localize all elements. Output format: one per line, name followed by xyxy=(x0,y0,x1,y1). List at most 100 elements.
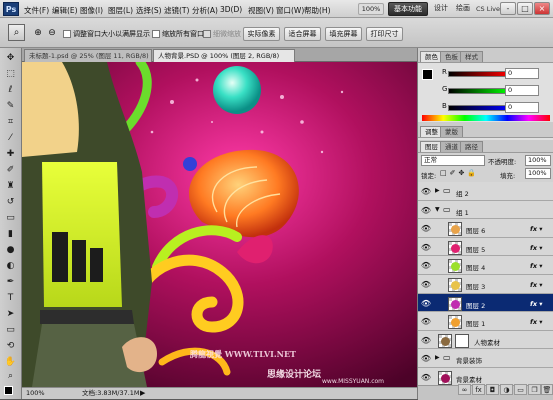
visibility-eye-icon[interactable]: 👁 xyxy=(420,186,432,198)
expand-triangle-icon[interactable]: ▶ xyxy=(435,187,440,194)
channel-r-label: R xyxy=(442,68,447,76)
foreground-color-swatch[interactable] xyxy=(4,386,13,395)
layer-thumbnail xyxy=(448,259,462,274)
dodge-tool-icon[interactable]: ◐ xyxy=(4,260,17,273)
fill-screen-button[interactable]: 填充屏幕 xyxy=(325,27,362,41)
channel-r-value[interactable]: 0 xyxy=(505,68,539,79)
layer-row[interactable]: 👁 图层 5 fx ▾ xyxy=(418,237,553,257)
move-tool-icon[interactable]: ✥ xyxy=(4,52,17,65)
layer-row[interactable]: 👁 图层 4 fx ▾ xyxy=(418,256,553,275)
visibility-eye-icon[interactable]: 👁 xyxy=(420,353,432,365)
opacity-input[interactable]: 100% xyxy=(525,155,551,166)
quick-select-tool-icon[interactable]: ✎ xyxy=(4,100,17,113)
zoom-all-windows-checkbox[interactable] xyxy=(152,30,160,38)
marquee-tool-icon[interactable]: ⬚ xyxy=(4,68,17,81)
lasso-tool-icon[interactable]: ℓ xyxy=(4,84,17,97)
visibility-eye-icon[interactable]: 👁 xyxy=(420,372,432,384)
visibility-eye-icon[interactable]: 👁 xyxy=(420,205,432,217)
layer-row[interactable]: 👁 人物素材 xyxy=(418,330,553,350)
channel-g-value[interactable]: 0 xyxy=(505,85,539,96)
channel-b-label: B xyxy=(442,102,447,110)
tab-paths[interactable]: 路径 xyxy=(460,141,483,152)
visibility-eye-icon[interactable]: 👁 xyxy=(420,260,432,272)
fill-input[interactable]: 100% xyxy=(525,168,551,179)
tab-styles[interactable]: 样式 xyxy=(460,51,483,62)
scrubby-zoom-checkbox[interactable] xyxy=(203,30,211,38)
visibility-eye-icon[interactable]: 👁 xyxy=(420,316,432,328)
layer-mask-thumbnail[interactable] xyxy=(455,333,469,348)
visibility-eye-icon[interactable]: 👁 xyxy=(420,223,432,235)
clone-stamp-tool-icon[interactable]: ♜ xyxy=(4,180,17,193)
visibility-eye-icon[interactable]: 👁 xyxy=(420,335,432,347)
layer-group-row[interactable]: 👁 ▶ ▭ 组 2 xyxy=(418,182,553,201)
crop-tool-icon[interactable]: ⌗ xyxy=(4,116,17,129)
hand-tool-icon[interactable]: ✋ xyxy=(4,356,17,369)
eraser-tool-icon[interactable]: ▭ xyxy=(4,212,17,225)
channel-g-slider[interactable] xyxy=(448,88,510,94)
type-tool-icon[interactable]: T xyxy=(4,292,17,305)
expand-triangle-open-icon[interactable]: ▼ xyxy=(435,206,440,213)
zoom-tool-icon[interactable]: ⌕ xyxy=(8,24,25,41)
layer-effects-icon[interactable]: fx ▾ xyxy=(530,262,543,270)
color-spectrum-bar[interactable] xyxy=(422,115,550,121)
fx-icon[interactable]: fx xyxy=(472,384,485,395)
zoom-out-icon[interactable]: ⊖ xyxy=(46,27,58,39)
layer-name: 背景装饰 xyxy=(456,357,482,366)
healing-brush-tool-icon[interactable]: ✚ xyxy=(4,148,17,161)
zoom-tool-small-icon[interactable]: ⌕ xyxy=(4,370,17,383)
print-size-button[interactable]: 打印尺寸 xyxy=(366,27,403,41)
layer-thumbnail xyxy=(448,315,462,330)
pen-tool-icon[interactable]: ✒ xyxy=(4,276,17,289)
shape-tool-icon[interactable]: ▭ xyxy=(4,324,17,337)
blur-tool-icon[interactable]: ● xyxy=(4,244,17,257)
layer-group-row[interactable]: 👁 ▼ ▭ 组 1 xyxy=(418,200,553,220)
channel-b-value[interactable]: 0 xyxy=(505,102,539,113)
fit-screen-button[interactable]: 适合屏幕 xyxy=(284,27,321,41)
layer-row[interactable]: 👁 图层 2 fx ▾ xyxy=(418,293,553,313)
resize-windows-checkbox[interactable] xyxy=(63,30,71,38)
new-layer-icon[interactable]: ❐ xyxy=(528,384,541,395)
status-arrow-icon[interactable]: ▶ xyxy=(140,388,145,399)
eyedropper-tool-icon[interactable]: ⁄ xyxy=(4,132,17,145)
doc-tab-untitled[interactable]: 未标题-1.psd @ 25% (图层 11, RGB/8) xyxy=(24,49,152,62)
layer-row[interactable]: 👁 图层 1 fx ▾ xyxy=(418,312,553,331)
brush-tool-icon[interactable]: ✐ xyxy=(4,164,17,177)
3d-rotate-tool-icon[interactable]: ⟲ xyxy=(4,340,17,353)
layer-name: 人物素材 xyxy=(474,338,500,347)
layer-row[interactable]: 👁 图层 3 fx ▾ xyxy=(418,275,553,294)
mask-icon[interactable]: ◘ xyxy=(486,384,499,395)
channel-r-slider[interactable] xyxy=(448,71,510,77)
folder-icon: ▭ xyxy=(443,204,451,214)
link-icon[interactable]: ∞ xyxy=(458,384,471,395)
history-brush-tool-icon[interactable]: ↺ xyxy=(4,196,17,209)
status-zoom[interactable]: 100% xyxy=(26,388,45,399)
tab-masks[interactable]: 蒙版 xyxy=(440,126,463,137)
blend-mode-select[interactable]: 正常 xyxy=(421,155,485,166)
layer-thumbnail xyxy=(448,240,462,255)
zoom-in-icon[interactable]: ⊕ xyxy=(32,27,44,39)
layer-effects-icon[interactable]: fx ▾ xyxy=(530,244,543,252)
folder-icon[interactable]: ▭ xyxy=(514,384,527,395)
adjust-icon[interactable]: ◑ xyxy=(500,384,513,395)
channel-b-slider[interactable] xyxy=(448,105,510,111)
layer-effects-icon[interactable]: fx ▾ xyxy=(530,225,543,233)
actual-pixels-button[interactable]: 实际像素 xyxy=(243,27,280,41)
visibility-eye-icon[interactable]: 👁 xyxy=(420,279,432,291)
layer-row[interactable]: 👁 图层 6 fx ▾ xyxy=(418,219,553,238)
panel-dock: 颜色 色板 样式 R 0 G 0 B 0 调整 蒙版 图层 通道 路径 正常 不… xyxy=(417,48,553,400)
layer-effects-icon[interactable]: fx ▾ xyxy=(530,281,543,289)
document-canvas[interactable]: 腾龍視覺 WWW.TLVI.NET 思缘设计论坛 www.MISSYUAN.co… xyxy=(22,62,417,387)
visibility-eye-icon[interactable]: 👁 xyxy=(420,242,432,254)
layer-effects-icon[interactable]: fx ▾ xyxy=(530,318,543,326)
layer-group-row[interactable]: 👁 ▶ ▭ 背景装饰 xyxy=(418,349,553,368)
layer-effects-icon[interactable]: fx ▾ xyxy=(530,300,543,308)
gradient-tool-icon[interactable]: ▮ xyxy=(4,228,17,241)
path-select-tool-icon[interactable]: ➤ xyxy=(4,308,17,321)
expand-triangle-icon[interactable]: ▶ xyxy=(435,354,440,361)
lock-icons[interactable]: □✐✥🔒 xyxy=(440,169,479,177)
visibility-eye-icon[interactable]: 👁 xyxy=(420,298,432,310)
layer-name: 组 2 xyxy=(456,190,469,198)
color-fg-swatch[interactable] xyxy=(422,69,433,80)
trash-icon[interactable]: 🗑 xyxy=(541,384,553,395)
doc-tab-active[interactable]: 人物背景.PSD @ 100% (图层 2, RGB/8) xyxy=(153,49,295,62)
